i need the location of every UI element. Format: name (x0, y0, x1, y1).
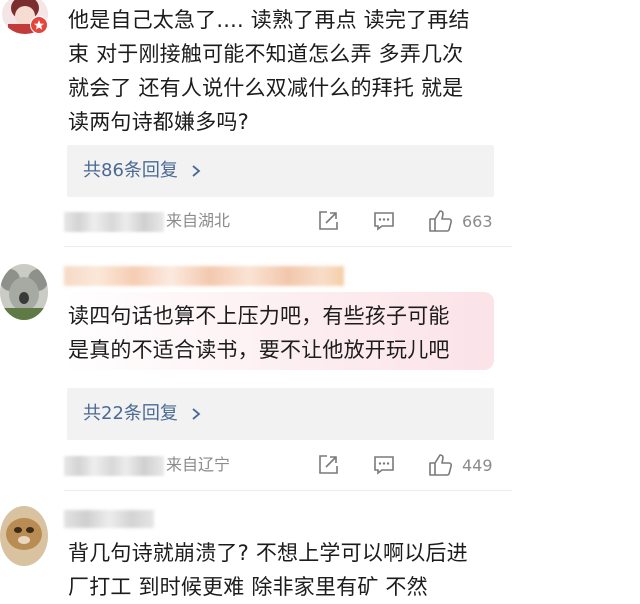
like-count: 663 (462, 212, 493, 231)
location-label: 来自湖北 (166, 211, 231, 230)
verified-badge-icon (30, 16, 48, 34)
divider (64, 246, 512, 247)
location-label: 来自辽宁 (166, 455, 231, 474)
comment-text: 读四句话也算不上压力吧，有些孩子可能 是真的不适合读书，要不让他放开玩儿吧 (68, 304, 450, 362)
divider (64, 490, 512, 491)
comment-meta-row: 来自湖北 663 (64, 206, 512, 236)
user-avatar[interactable] (0, 506, 48, 566)
view-replies-button[interactable]: 共22条回复 (67, 388, 494, 440)
like-count: 449 (462, 456, 493, 475)
blurred-username (64, 510, 154, 528)
blurred-username (64, 212, 164, 232)
chevron-right-icon (192, 165, 201, 177)
blurred-username (64, 266, 344, 286)
comment-icon[interactable] (372, 453, 396, 477)
thumbs-up-icon[interactable] (428, 453, 454, 477)
user-avatar[interactable] (0, 264, 48, 320)
reply-count-label: 共22条回复 (83, 403, 178, 424)
comment-text: 背几句诗就崩溃了? 不想上学可以啊以后进 厂打工 到时候更难 除非家里有矿 不然 (68, 541, 468, 599)
comment-text: 他是自己太急了.... 读熟了再点 读完了再结 束 对于刚接触可能不知道怎么弄 … (68, 8, 470, 134)
comment-meta-row: 来自辽宁 449 (64, 450, 512, 480)
share-icon[interactable] (316, 209, 340, 233)
blurred-username (64, 456, 164, 476)
thumbs-up-icon[interactable] (428, 209, 454, 233)
reply-count-label: 共86条回复 (83, 160, 178, 181)
chevron-right-icon (192, 408, 201, 420)
comment-icon[interactable] (372, 209, 396, 233)
view-replies-button[interactable]: 共86条回复 (67, 145, 494, 197)
share-icon[interactable] (316, 453, 340, 477)
